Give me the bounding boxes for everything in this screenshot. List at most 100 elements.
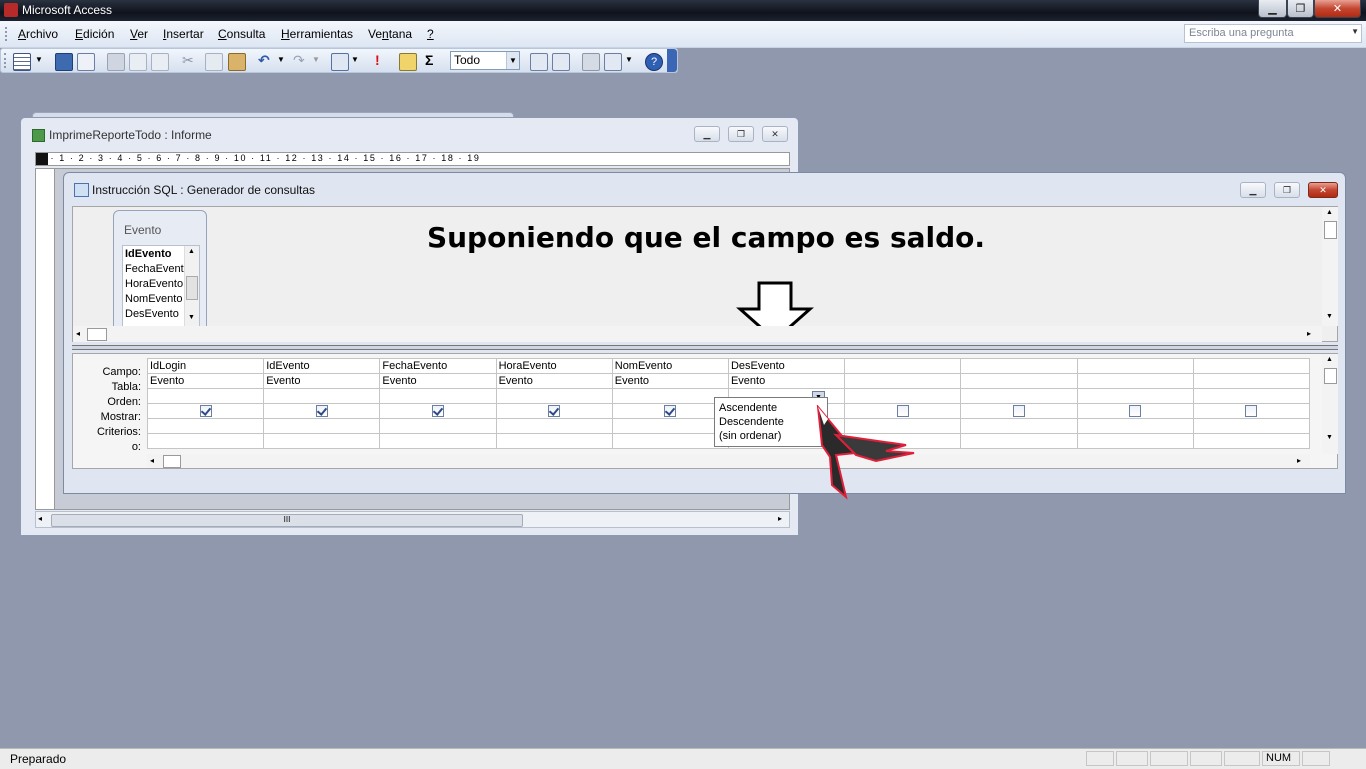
grid-cell-tabla[interactable]: [1192, 373, 1311, 389]
spelling-icon[interactable]: [151, 53, 169, 71]
grid-cell-tabla[interactable]: Evento: [611, 373, 729, 389]
grid-cell-orden[interactable]: [1192, 388, 1311, 404]
new-object-dropdown-icon[interactable]: ▼: [625, 52, 633, 68]
menu-archivo[interactable]: Archivo: [18, 27, 58, 41]
scroll-right-icon[interactable]: ▸: [1307, 329, 1311, 338]
grid-cell-campo[interactable]: IdLogin: [146, 358, 265, 374]
grid-cell-o[interactable]: [611, 433, 729, 449]
grid-cell-mostrar[interactable]: [1192, 403, 1311, 419]
help-question-box[interactable]: Escriba una pregunta ▼: [1184, 24, 1362, 43]
minimize-button[interactable]: ▁: [1258, 0, 1287, 18]
show-checkbox[interactable]: [431, 404, 444, 417]
grid-vertical-scrollbar[interactable]: ▲ ▼: [1322, 354, 1338, 454]
view-dropdown-icon[interactable]: ▼: [35, 52, 43, 68]
report-close-button[interactable]: ✕: [762, 126, 788, 142]
database-window-icon[interactable]: [582, 53, 600, 71]
grid-cell-criterios[interactable]: [611, 418, 729, 434]
grid-cell-criterios[interactable]: [495, 418, 613, 434]
grid-cell-tabla[interactable]: Evento: [727, 373, 846, 389]
scroll-down-icon[interactable]: ▼: [1326, 313, 1333, 320]
scroll-left-icon[interactable]: ◂: [76, 329, 80, 338]
grid-cell-criterios[interactable]: [146, 418, 265, 434]
grid-cell-orden[interactable]: [379, 388, 497, 404]
grid-cell-mostrar[interactable]: [379, 403, 497, 419]
grid-cell-tabla[interactable]: Evento: [495, 373, 613, 389]
scroll-left-icon[interactable]: ◂: [38, 514, 42, 523]
grid-cell-tabla[interactable]: Evento: [379, 373, 497, 389]
builder-icon[interactable]: [552, 53, 570, 71]
table-pane-horizontal-scrollbar[interactable]: ◂ ▸: [73, 326, 1322, 342]
design-grid-pane[interactable]: Campo: Tabla: Orden: Mostrar: Criterios:…: [72, 353, 1338, 469]
grid-cell-mostrar[interactable]: [146, 403, 265, 419]
grid-cell-tabla[interactable]: Evento: [146, 373, 265, 389]
scroll-thumb[interactable]: [1324, 368, 1337, 384]
view-icon[interactable]: [13, 53, 31, 71]
show-checkbox[interactable]: [1012, 404, 1025, 417]
grid-cell-o[interactable]: [263, 433, 381, 449]
query-close-button[interactable]: ✕: [1308, 182, 1338, 198]
grid-cell-o[interactable]: [146, 433, 265, 449]
sort-option-ascendente[interactable]: Ascendente: [719, 401, 777, 415]
undo-dropdown-icon[interactable]: ▼: [277, 52, 285, 68]
grid-cell-campo[interactable]: [960, 358, 1078, 374]
grid-cell-mostrar[interactable]: [1076, 403, 1194, 419]
scroll-right-icon[interactable]: ▸: [778, 514, 782, 523]
new-object-icon[interactable]: [604, 53, 622, 71]
sort-options-dropdown[interactable]: Ascendente Descendente (sin ordenar): [714, 397, 828, 447]
grid-horizontal-scrollbar[interactable]: ◂ ▸: [147, 454, 1310, 468]
grid-cell-campo[interactable]: [1192, 358, 1311, 374]
grid-cell-tabla[interactable]: [1076, 373, 1194, 389]
grid-cell-orden[interactable]: [263, 388, 381, 404]
report-horizontal-scrollbar[interactable]: ◂ III ▸: [35, 511, 790, 528]
query-minimize-button[interactable]: ▁: [1240, 182, 1266, 198]
field-item[interactable]: NomEvento: [125, 292, 182, 307]
undo-icon[interactable]: ↶: [258, 52, 270, 68]
grid-cell-campo[interactable]: FechaEvento: [379, 358, 497, 374]
toolbar-grip[interactable]: [4, 53, 9, 68]
grid-cell-campo[interactable]: [1076, 358, 1194, 374]
show-table-icon[interactable]: [399, 53, 417, 71]
grid-cell-orden[interactable]: [495, 388, 613, 404]
scroll-right-icon[interactable]: ▸: [1297, 456, 1301, 465]
scroll-thumb[interactable]: [1324, 221, 1337, 239]
grid-cell-campo[interactable]: NomEvento: [611, 358, 729, 374]
query-restore-button[interactable]: ❐: [1274, 182, 1300, 198]
grid-cell-criterios[interactable]: [263, 418, 381, 434]
menu-help[interactable]: ?: [427, 27, 434, 41]
run-icon[interactable]: !: [375, 52, 380, 68]
grid-cell-orden[interactable]: [960, 388, 1078, 404]
scroll-thumb[interactable]: [163, 455, 181, 468]
menu-edicion[interactable]: Edición: [75, 27, 114, 41]
access-app-icon[interactable]: [4, 3, 18, 17]
grid-cell-mostrar[interactable]: [611, 403, 729, 419]
menu-consulta[interactable]: Consulta: [218, 27, 265, 41]
report-minimize-button[interactable]: ▁: [694, 126, 720, 142]
grid-cell-criterios[interactable]: [960, 418, 1078, 434]
copy-icon[interactable]: [205, 53, 223, 71]
menu-ventana[interactable]: Ventana: [368, 27, 412, 41]
save-icon[interactable]: [55, 53, 73, 71]
table-pane-vertical-scrollbar[interactable]: ▲ ▼: [1322, 207, 1338, 326]
field-list-scrollbar[interactable]: ▲ ▼: [184, 246, 199, 326]
table-pane[interactable]: Evento IdEvento FechaEvent HoraEvento No…: [72, 206, 1338, 343]
toolbar-options-chevron-icon[interactable]: [667, 49, 677, 72]
report-restore-button[interactable]: ❐: [728, 126, 754, 142]
show-checkbox[interactable]: [315, 404, 328, 417]
field-item[interactable]: HoraEvento: [125, 277, 183, 292]
field-item[interactable]: DesEvento: [125, 307, 179, 322]
grid-cell-orden[interactable]: [146, 388, 265, 404]
grid-cell-campo[interactable]: DesEvento: [727, 358, 846, 374]
close-button[interactable]: ✕: [1314, 0, 1361, 18]
grid-cell-o[interactable]: [1076, 433, 1194, 449]
scroll-down-icon[interactable]: ▼: [188, 314, 195, 321]
menu-insertar[interactable]: Insertar: [163, 27, 204, 41]
totals-icon[interactable]: Σ: [425, 52, 433, 68]
cut-icon[interactable]: ✂: [182, 52, 194, 68]
redo-dropdown-icon[interactable]: ▼: [312, 52, 320, 68]
grid-cell-criterios[interactable]: [379, 418, 497, 434]
grid-cell-mostrar[interactable]: [495, 403, 613, 419]
search-icon[interactable]: [77, 53, 95, 71]
help-icon[interactable]: ?: [645, 53, 663, 71]
grid-cell-tabla[interactable]: Evento: [263, 373, 381, 389]
pane-splitter[interactable]: [72, 345, 1338, 350]
